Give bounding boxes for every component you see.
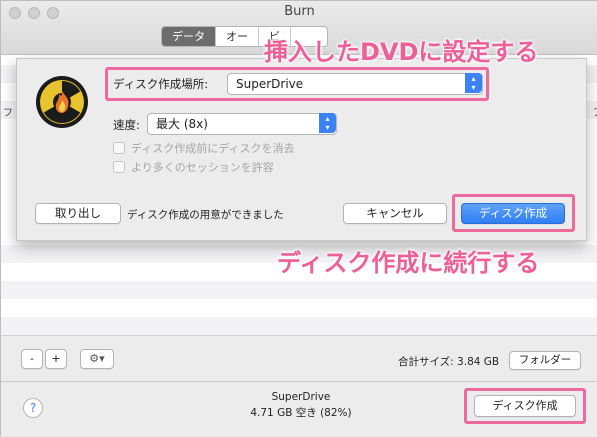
burn-radiation-flame-icon (36, 76, 88, 128)
add-item-button[interactable]: + (45, 349, 67, 369)
tab-data[interactable]: データ (162, 27, 216, 46)
help-icon[interactable]: ? (23, 398, 43, 418)
cancel-button[interactable]: キャンセル (343, 203, 447, 224)
tab-audio[interactable]: オー (216, 27, 259, 46)
list-stripe (1, 281, 597, 299)
speed-label: 速度: (113, 118, 140, 132)
gear-icon[interactable]: ⚙▾ (80, 349, 114, 369)
sessions-checkbox-row[interactable]: より多くのセッションを許容 (113, 159, 274, 175)
list-stripe (1, 317, 597, 335)
total-size-label: 合計サイズ: 3.84 GB (398, 356, 500, 368)
eject-button[interactable]: 取り出し (35, 203, 121, 224)
speed-popup[interactable]: 最大 (8x) ▴ ▾ (147, 113, 337, 135)
erase-checkbox[interactable] (113, 142, 125, 154)
remove-item-button[interactable]: - (21, 349, 43, 369)
highlight-destination (105, 67, 489, 101)
sessions-checkbox[interactable] (113, 161, 125, 173)
window-title: Burn (284, 4, 315, 19)
speed-value: 最大 (8x) (156, 117, 208, 131)
annotation-continue-burn: ディスク作成に続行する (277, 249, 540, 277)
erase-checkbox-row[interactable]: ディスク作成前にディスクを消去 (113, 140, 294, 156)
status-bar: ? SuperDrive 4.71 GB 空き (82%) ディスク作成 (1, 381, 597, 437)
column-header-stub-right: ア (593, 104, 597, 119)
highlight-status-burn (464, 388, 586, 424)
column-header-stub: フ (3, 108, 13, 119)
erase-checkbox-label: ディスク作成前にディスクを消去 (131, 142, 295, 155)
highlight-burn-button (452, 194, 575, 232)
drive-name: SuperDrive (271, 391, 331, 403)
annotation-set-dvd: 挿入したDVDに設定する (264, 38, 539, 66)
folder-button[interactable]: フォルダー (509, 351, 581, 370)
chevron-up-down-icon: ▴ ▾ (319, 113, 336, 133)
drive-free-space: 4.71 GB 空き (82%) (250, 407, 352, 419)
sessions-checkbox-label: より多くのセッションを許容 (131, 161, 274, 174)
bottom-toolbar: - + ⚙▾ 合計サイズ: 3.84 GB フォルダー (1, 335, 597, 381)
burn-window: Burn データ オー ビ フ ア - + ⚙▾ 合計サイズ: 3.84 GB … (0, 0, 597, 437)
status-text: ディスク作成の用意ができました (127, 209, 284, 221)
burn-sheet: ディスク作成場所: SuperDrive ▴ ▾ 速度: 最大 (8x) ▴ ▾ デ… (16, 58, 587, 241)
